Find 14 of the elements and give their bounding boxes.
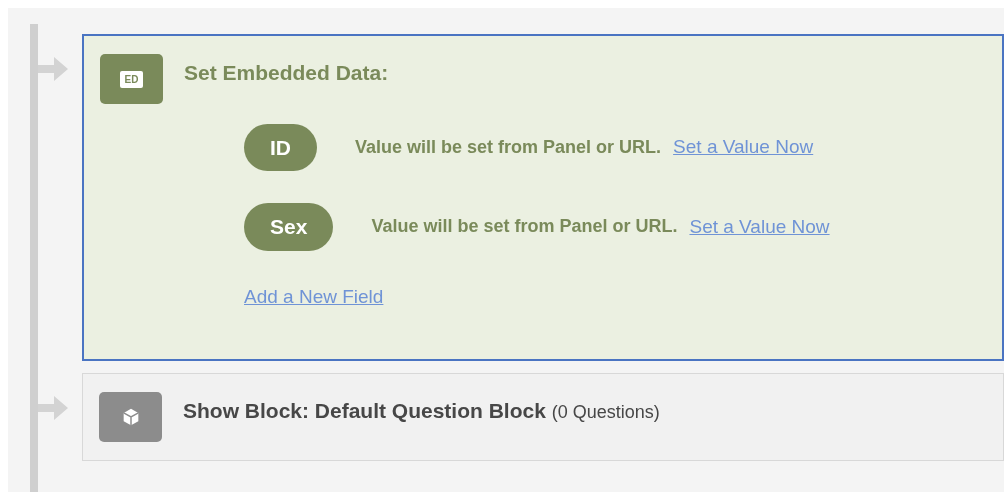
arrow-icon — [38, 54, 68, 84]
field-name-button[interactable]: ID — [244, 124, 317, 172]
field-name-button[interactable]: Sex — [244, 203, 334, 251]
set-value-link[interactable]: Set a Value Now — [673, 133, 814, 162]
flow-block-card[interactable]: ED Set Embedded Data: ID Value will be set from Panel or URL. Set a Value Now Sex Value will be set from Panel or URL. Set a Value Now Add a New Field — [82, 34, 1004, 362]
field-status: Value will be set from Panel or URL. — [355, 136, 662, 160]
add-field-link[interactable]: Add a New Field — [244, 282, 384, 312]
embedded-data-icon: ED — [100, 54, 163, 104]
cube-icon — [99, 392, 162, 443]
set-value-link[interactable]: Set a Value Now — [689, 212, 830, 242]
field-status: Value will be set from Panel or URL. — [371, 215, 678, 239]
flow-block-card[interactable]: Show Block: Default Question Block (0 Questions) — [82, 373, 1004, 462]
block-title: Show Block: Default Question Block (0 Questions) — [183, 398, 660, 425]
block-title: Set Embedded Data: — [184, 60, 389, 86]
